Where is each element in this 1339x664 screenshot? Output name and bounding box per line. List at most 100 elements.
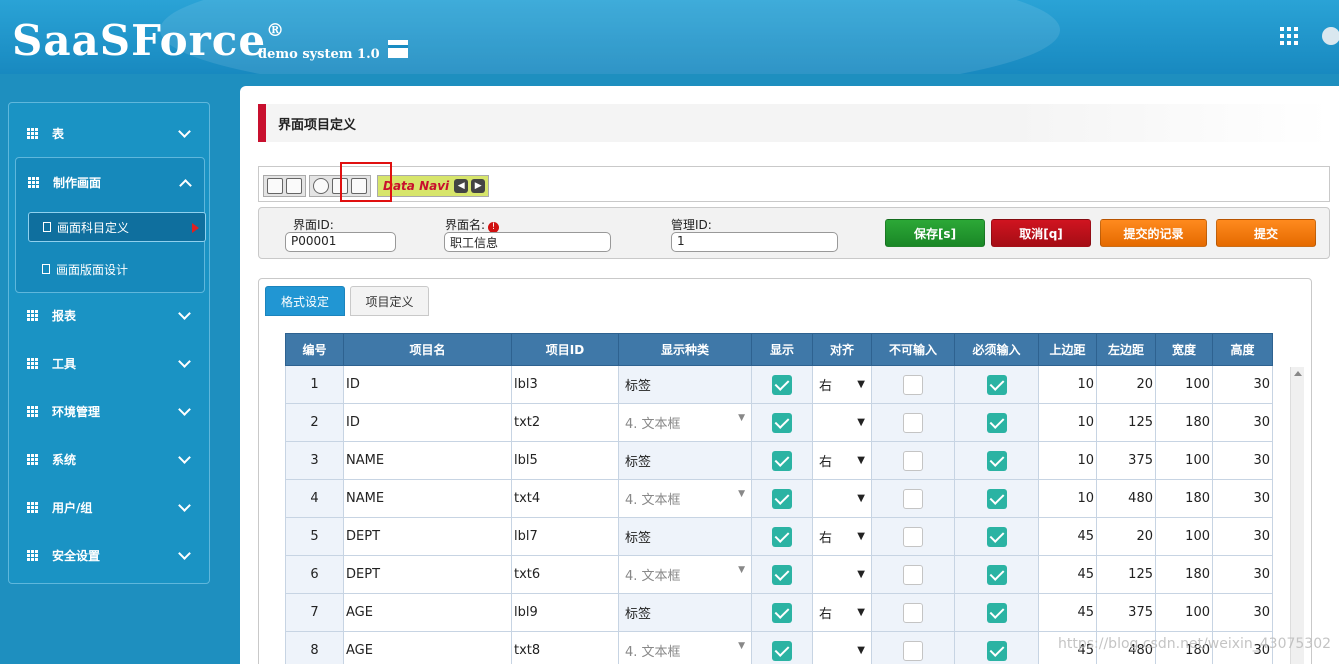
display-type-cell[interactable]: 标签: [618, 517, 752, 556]
align-select[interactable]: ▼: [812, 555, 872, 594]
required-checkbox-cell[interactable]: [954, 479, 1039, 518]
left-margin-cell[interactable]: 375: [1096, 441, 1156, 480]
height-cell[interactable]: 30: [1212, 441, 1273, 480]
table-row[interactable]: 6 DEPT txt6 4. 文本框 ▼ ▼ 45 125 180 30: [285, 555, 1273, 594]
width-cell[interactable]: 100: [1155, 593, 1213, 632]
column-header[interactable]: 项目名: [343, 333, 512, 366]
required-checkbox-cell[interactable]: [954, 517, 1039, 556]
table-row[interactable]: 2 ID txt2 4. 文本框 ▼ ▼ 10 125 180 30: [285, 403, 1273, 442]
required-checkbox-cell[interactable]: [954, 403, 1039, 442]
top-margin-cell[interactable]: 10: [1038, 403, 1097, 442]
checkbox-unchecked-icon[interactable]: [903, 412, 923, 433]
item-name-cell[interactable]: DEPT: [343, 555, 512, 594]
item-id-cell[interactable]: txt8: [511, 631, 619, 664]
item-name-cell[interactable]: NAME: [343, 479, 512, 518]
readonly-checkbox-cell[interactable]: [871, 631, 955, 664]
item-name-cell[interactable]: AGE: [343, 631, 512, 664]
top-margin-cell[interactable]: 10: [1038, 441, 1097, 480]
required-checkbox-cell[interactable]: [954, 631, 1039, 664]
align-select[interactable]: 右 ▼: [812, 517, 872, 556]
checkbox-checked-icon[interactable]: [986, 602, 1007, 623]
visible-checkbox-cell[interactable]: [751, 555, 813, 594]
align-select[interactable]: 右 ▼: [812, 365, 872, 404]
visible-checkbox-cell[interactable]: [751, 479, 813, 518]
display-type-cell[interactable]: 标签: [618, 365, 752, 404]
column-header[interactable]: 高度: [1212, 333, 1273, 366]
left-margin-cell[interactable]: 125: [1096, 555, 1156, 594]
left-margin-cell[interactable]: 375: [1096, 593, 1156, 632]
required-checkbox-cell[interactable]: [954, 593, 1039, 632]
item-name-cell[interactable]: ID: [343, 365, 512, 404]
item-name-cell[interactable]: ID: [343, 403, 512, 442]
readonly-checkbox-cell[interactable]: [871, 555, 955, 594]
save-button[interactable]: 保存[s]: [885, 219, 985, 247]
table-row[interactable]: 5 DEPT lbl7 标签 右 ▼ 45 20 100 30: [285, 517, 1273, 556]
checkbox-unchecked-icon[interactable]: [903, 602, 923, 623]
table-row[interactable]: 1 ID lbl3 标签 右 ▼ 10 20 100 30: [285, 365, 1273, 404]
left-margin-cell[interactable]: 480: [1096, 479, 1156, 518]
checkbox-unchecked-icon[interactable]: [903, 526, 923, 547]
item-id-cell[interactable]: txt2: [511, 403, 619, 442]
sidebar-subitem-screen-items[interactable]: 画面科目定义: [28, 212, 206, 242]
column-header[interactable]: 项目ID: [511, 333, 619, 366]
tab-item-definition[interactable]: 项目定义: [350, 286, 429, 316]
top-margin-cell[interactable]: 45: [1038, 517, 1097, 556]
item-id-cell[interactable]: lbl7: [511, 517, 619, 556]
align-select[interactable]: ▼: [812, 479, 872, 518]
readonly-checkbox-cell[interactable]: [871, 517, 955, 556]
checkbox-checked-icon[interactable]: [772, 564, 792, 585]
column-header[interactable]: 上边距: [1038, 333, 1097, 366]
left-margin-cell[interactable]: 20: [1096, 365, 1156, 404]
checkbox-checked-icon[interactable]: [986, 640, 1007, 661]
readonly-checkbox-cell[interactable]: [871, 403, 955, 442]
height-cell[interactable]: 30: [1212, 479, 1273, 518]
checkbox-checked-icon[interactable]: [772, 602, 792, 623]
column-header[interactable]: 编号: [285, 333, 344, 366]
sidebar-item-tables[interactable]: 表: [9, 109, 209, 157]
checkbox-checked-icon[interactable]: [986, 526, 1007, 547]
display-type-select[interactable]: 4. 文本框 ▼: [618, 555, 752, 594]
visible-checkbox-cell[interactable]: [751, 441, 813, 480]
checkbox-checked-icon[interactable]: [986, 450, 1007, 471]
edit-icon[interactable]: [286, 178, 302, 194]
readonly-checkbox-cell[interactable]: [871, 593, 955, 632]
window-icon[interactable]: [267, 178, 283, 194]
display-type-select[interactable]: 4. 文本框 ▼: [618, 403, 752, 442]
sidebar-item-environment[interactable]: 环境管理: [9, 387, 209, 435]
visible-checkbox-cell[interactable]: [751, 631, 813, 664]
width-cell[interactable]: 100: [1155, 441, 1213, 480]
visible-checkbox-cell[interactable]: [751, 517, 813, 556]
checkbox-checked-icon[interactable]: [772, 412, 792, 433]
item-id-cell[interactable]: lbl5: [511, 441, 619, 480]
top-margin-cell[interactable]: 45: [1038, 593, 1097, 632]
navi-next-icon[interactable]: ▶: [471, 179, 486, 193]
submit-button[interactable]: 提交: [1216, 219, 1316, 247]
checkbox-unchecked-icon[interactable]: [903, 374, 923, 395]
readonly-checkbox-cell[interactable]: [871, 365, 955, 404]
checkbox-checked-icon[interactable]: [772, 526, 792, 547]
required-checkbox-cell[interactable]: [954, 555, 1039, 594]
refresh-icon[interactable]: [313, 178, 329, 194]
align-select[interactable]: ▼: [812, 403, 872, 442]
checkbox-checked-icon[interactable]: [986, 412, 1007, 433]
visible-checkbox-cell[interactable]: [751, 365, 813, 404]
table-row[interactable]: 3 NAME lbl5 标签 右 ▼ 10 375 100 30: [285, 441, 1273, 480]
checkbox-checked-icon[interactable]: [772, 450, 792, 471]
sidebar-item-system[interactable]: 系统: [9, 435, 209, 483]
top-margin-cell[interactable]: 45: [1038, 555, 1097, 594]
screen-id-field[interactable]: P00001: [285, 232, 396, 252]
checkbox-checked-icon[interactable]: [772, 488, 792, 509]
checkbox-unchecked-icon[interactable]: [903, 564, 923, 585]
sidebar-item-screen[interactable]: 制作画面: [10, 158, 210, 206]
table-row[interactable]: 4 NAME txt4 4. 文本框 ▼ ▼ 10 480 180 30: [285, 479, 1273, 518]
top-margin-cell[interactable]: 10: [1038, 479, 1097, 518]
checkbox-checked-icon[interactable]: [986, 374, 1007, 395]
sidebar-subitem-screen-layout[interactable]: 画面版面设计: [28, 254, 206, 284]
display-type-select[interactable]: 4. 文本框 ▼: [618, 631, 752, 664]
item-id-cell[interactable]: lbl9: [511, 593, 619, 632]
screen-name-field[interactable]: 职工信息: [444, 232, 611, 252]
visible-checkbox-cell[interactable]: [751, 403, 813, 442]
checkbox-unchecked-icon[interactable]: [903, 450, 923, 471]
height-cell[interactable]: 30: [1212, 517, 1273, 556]
width-cell[interactable]: 100: [1155, 365, 1213, 404]
